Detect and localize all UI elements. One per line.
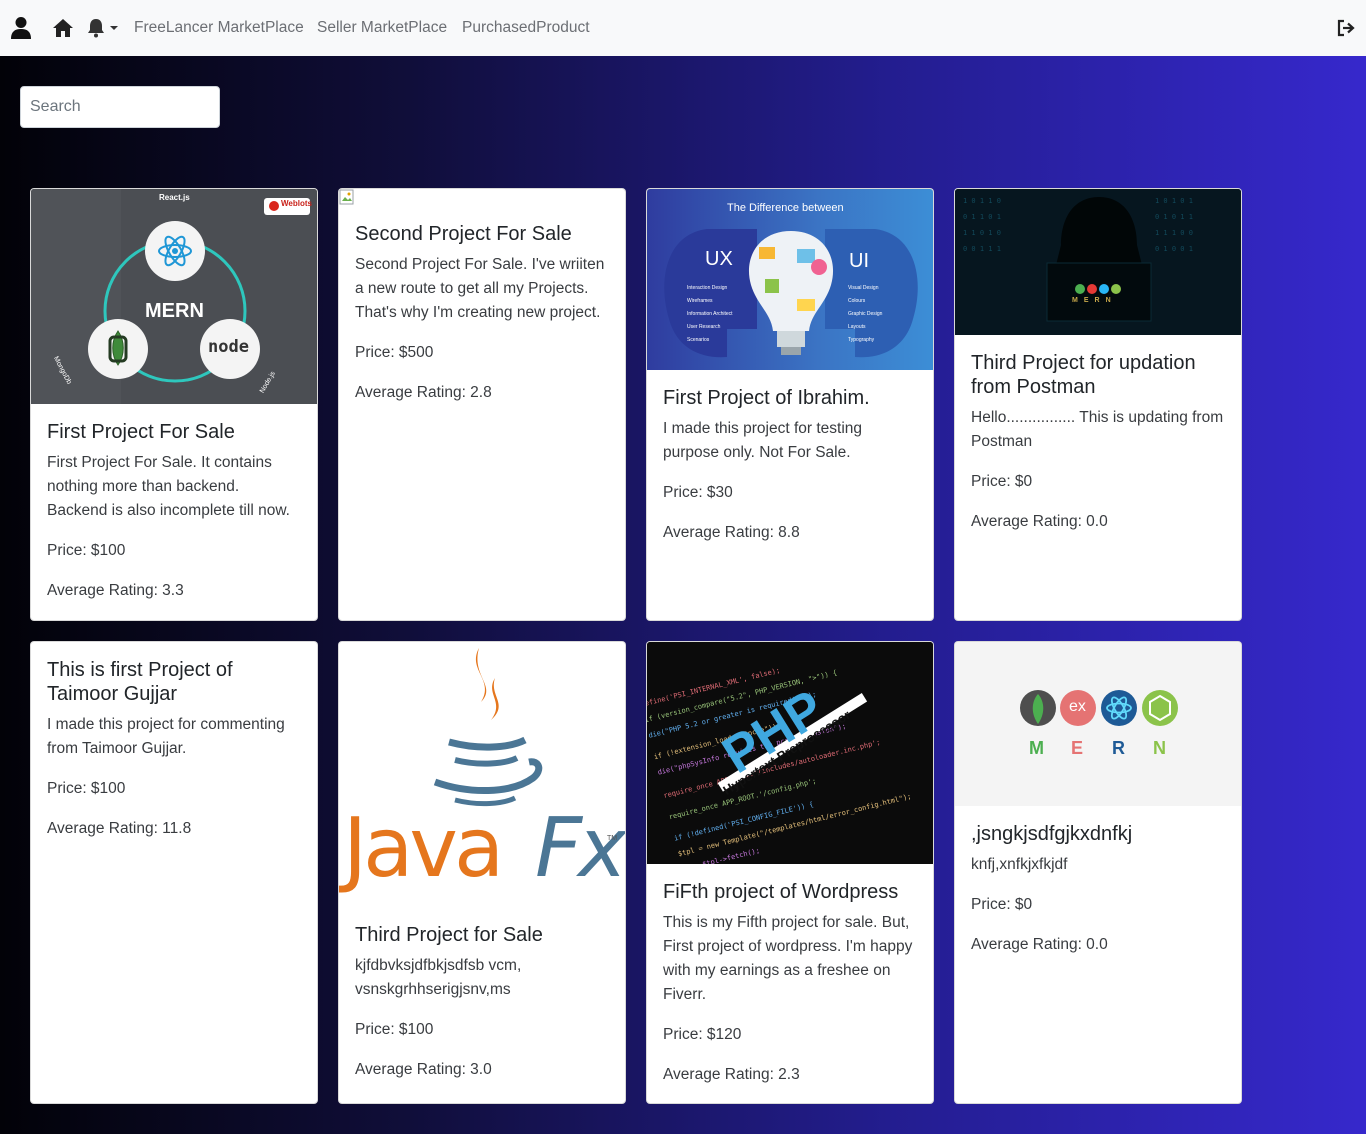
card-price: Price: $0 bbox=[971, 473, 1033, 490]
card-rating: Average Rating: 3.3 bbox=[47, 582, 184, 599]
ui-items: Visual Design Colours Graphic Design Lay… bbox=[848, 282, 882, 347]
card-title: First Project of Ibrahim. bbox=[663, 387, 870, 409]
product-image-mern-logo: ex M E R N bbox=[955, 642, 1241, 806]
product-card[interactable]: ex M E R N ,jsngkjsdfgjkxdnfkj knfj,xnfk… bbox=[954, 641, 1242, 1104]
card-description: knfj,xnfkjxfkjdf bbox=[971, 856, 1068, 873]
ux-label: UX bbox=[705, 248, 733, 270]
ux-item: Interaction Design bbox=[687, 285, 728, 291]
javafx-tm: TM bbox=[607, 835, 618, 842]
nav-link-seller-marketplace[interactable]: Seller MarketPlace bbox=[317, 18, 447, 38]
user-icon[interactable] bbox=[10, 16, 32, 40]
ux-item: Information Architect bbox=[687, 311, 733, 317]
mern-letter: N bbox=[1153, 738, 1166, 758]
navbar: FreeLancer MarketPlace Seller MarketPlac… bbox=[0, 0, 1366, 56]
card-description: I made this project for commenting from … bbox=[47, 716, 285, 757]
broken-image-icon bbox=[339, 189, 357, 205]
product-card[interactable]: Second Project For Sale Second Project F… bbox=[338, 188, 626, 621]
product-card[interactable]: This is first Project of Taimoor Gujjar … bbox=[30, 641, 318, 1104]
card-rating: Average Rating: 8.8 bbox=[663, 524, 800, 541]
card-description: This is my Fifth project for sale. But, … bbox=[663, 914, 913, 1003]
ux-item: Wireframes bbox=[687, 298, 713, 304]
card-description: kjfdbvksjdfbkjsdfsb vcm, vsnskgrhhserigj… bbox=[355, 957, 522, 998]
svg-text:1 0 1 0 1: 1 0 1 0 1 bbox=[1155, 197, 1193, 205]
product-image-javafx: Java Fx TM bbox=[339, 642, 625, 907]
express-logo-text: ex bbox=[1069, 698, 1086, 715]
logout-icon[interactable] bbox=[1336, 18, 1356, 38]
svg-text:1 1 0 1 0: 1 1 0 1 0 bbox=[963, 229, 1001, 237]
card-title: First Project For Sale bbox=[47, 421, 235, 443]
home-icon[interactable] bbox=[52, 17, 74, 39]
svg-text:1 0 1 1 0: 1 0 1 1 0 bbox=[963, 197, 1001, 205]
product-image-ux-ui: The Difference between UX UI Interaction… bbox=[647, 189, 933, 370]
mern-letter: R bbox=[1094, 297, 1106, 304]
card-price: Price: $0 bbox=[971, 896, 1033, 913]
product-card[interactable]: The Difference between UX UI Interaction… bbox=[646, 188, 934, 621]
card-title: Third Project for updation from Postman bbox=[971, 352, 1196, 398]
product-image-hacker-mern: 1 0 1 1 0 0 1 1 0 1 1 1 0 1 0 0 0 1 1 1 1 0… bbox=[955, 189, 1241, 335]
ux-items: Interaction Design Wireframes Informatio… bbox=[687, 282, 733, 347]
card-price: Price: $120 bbox=[663, 1026, 742, 1043]
bell-icon[interactable] bbox=[87, 16, 119, 40]
react-label: React.js bbox=[159, 193, 190, 202]
mern-letter: E bbox=[1071, 738, 1084, 758]
product-card[interactable]: Java Fx TM Third Project for Sale kjfdbv… bbox=[338, 641, 626, 1104]
mern-letter: M bbox=[1029, 738, 1044, 758]
card-title: This is first Project of Taimoor Gujjar bbox=[47, 659, 233, 705]
product-card[interactable]: define('PSI_INTERNAL_XML', false); if (v… bbox=[646, 641, 934, 1104]
ux-item: User Research bbox=[687, 324, 721, 330]
svg-text:0 1 1 0 1: 0 1 1 0 1 bbox=[963, 213, 1001, 221]
ui-item: Colours bbox=[848, 298, 866, 304]
svg-text:0 1 0 1 1: 0 1 0 1 1 bbox=[1155, 213, 1193, 221]
card-title: Second Project For Sale bbox=[355, 223, 572, 245]
mern-letter: N bbox=[1105, 297, 1117, 304]
card-description: I made this project for testing purpose … bbox=[663, 420, 863, 461]
card-price: Price: $100 bbox=[47, 542, 126, 559]
card-price: Price: $100 bbox=[47, 780, 126, 797]
card-price: Price: $30 bbox=[663, 484, 733, 501]
node-logo: node bbox=[208, 337, 249, 357]
card-title: Third Project for Sale bbox=[355, 924, 543, 946]
mern-letter: R bbox=[1112, 738, 1125, 758]
ux-ui-heading: The Difference between bbox=[727, 202, 844, 214]
weblots-logo: Weblots bbox=[281, 199, 312, 208]
svg-text:0 0 1 1 1: 0 0 1 1 1 bbox=[963, 245, 1001, 253]
mern-letter: M bbox=[1072, 297, 1084, 304]
svg-text:1 1 1 0 0: 1 1 1 0 0 bbox=[1155, 229, 1193, 237]
mern-letter: E bbox=[1083, 297, 1095, 304]
card-title: FiFth project of Wordpress bbox=[663, 881, 899, 903]
card-rating: Average Rating: 2.3 bbox=[663, 1066, 800, 1083]
javafx-fx: Fx bbox=[535, 801, 625, 896]
product-card[interactable]: React.js Weblots MERN MongoDb Node.js no… bbox=[30, 188, 318, 621]
card-rating: Average Rating: 3.0 bbox=[355, 1061, 492, 1078]
card-description: Second Project For Sale. I've wriiten a … bbox=[355, 256, 605, 321]
ui-label: UI bbox=[849, 250, 869, 272]
card-rating: Average Rating: 11.8 bbox=[47, 820, 192, 837]
card-rating: Average Rating: 0.0 bbox=[971, 513, 1108, 530]
svg-text:0 1 0 0 1: 0 1 0 0 1 bbox=[1155, 245, 1193, 253]
ui-item: Typography bbox=[848, 337, 875, 343]
product-image-php: define('PSI_INTERNAL_XML', false); if (v… bbox=[647, 642, 933, 864]
card-price: Price: $100 bbox=[355, 1021, 434, 1038]
ui-item: Layouts bbox=[848, 324, 866, 330]
product-image-mern: React.js Weblots MERN MongoDb Node.js no… bbox=[31, 189, 317, 404]
card-description: First Project For Sale. It contains noth… bbox=[47, 454, 290, 519]
caret-down-icon bbox=[110, 26, 118, 30]
mern-letters: MERN bbox=[1072, 297, 1117, 304]
product-image-broken bbox=[339, 189, 625, 205]
card-description: Hello................ This is updating f… bbox=[971, 409, 1224, 450]
ux-item: Scenarios bbox=[687, 337, 710, 343]
nav-link-freelancer-marketplace[interactable]: FreeLancer MarketPlace bbox=[134, 18, 304, 38]
card-title: ,jsngkjsdfgjkxdnfkj bbox=[971, 823, 1133, 845]
card-price: Price: $500 bbox=[355, 344, 434, 361]
javafx-java: Java bbox=[343, 801, 504, 896]
search-input[interactable] bbox=[20, 86, 220, 128]
ui-item: Graphic Design bbox=[848, 311, 883, 317]
nav-link-purchased-product[interactable]: PurchasedProduct bbox=[462, 18, 590, 38]
mern-label: MERN bbox=[145, 300, 204, 322]
card-rating: Average Rating: 2.8 bbox=[355, 384, 492, 401]
product-card[interactable]: 1 0 1 1 0 0 1 1 0 1 1 1 0 1 0 0 0 1 1 1 1 0… bbox=[954, 188, 1242, 621]
ui-item: Visual Design bbox=[848, 285, 879, 291]
card-rating: Average Rating: 0.0 bbox=[971, 936, 1108, 953]
